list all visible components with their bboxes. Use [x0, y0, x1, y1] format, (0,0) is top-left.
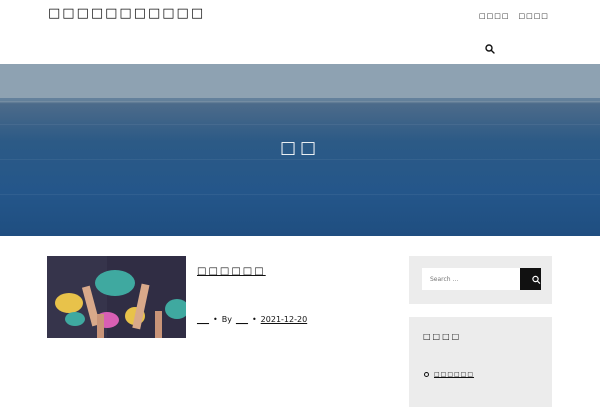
search-icon: [532, 275, 541, 284]
list-item: □□□□□□: [424, 371, 474, 378]
post-author-link[interactable]: ___: [236, 315, 248, 324]
post-category-link[interactable]: ___: [197, 315, 209, 324]
search-button[interactable]: [520, 268, 541, 290]
primary-nav: □□□□ □□□□: [479, 12, 549, 20]
header-search-icon[interactable]: [484, 40, 496, 54]
site-title[interactable]: □□□□□□□□□□□: [48, 6, 205, 21]
post-meta: ___ • By ___ • 2021-12-20: [197, 315, 307, 324]
meta-separator: •: [213, 315, 218, 324]
post-thumbnail[interactable]: [47, 256, 186, 338]
sea-ripple: [0, 159, 600, 160]
widget-title: □□□□: [423, 332, 462, 341]
post-title[interactable]: □□□□□□: [197, 266, 266, 277]
meta-separator: •: [251, 315, 257, 324]
nav-item-1[interactable]: □□□□: [479, 12, 509, 20]
hero-banner: □□: [0, 64, 600, 236]
sea-ripple: [0, 194, 600, 195]
search-input[interactable]: [422, 268, 520, 290]
nav-item-2[interactable]: □□□□: [518, 12, 548, 20]
post-date-link[interactable]: 2021-12-20: [261, 315, 308, 324]
search-widget: [409, 256, 552, 304]
list-bullet: [424, 372, 429, 377]
sea-ripple: [0, 124, 600, 125]
recent-posts-widget: □□□□ □□□□□□: [409, 317, 552, 407]
hero-title: □□: [279, 138, 321, 158]
site-header: □□□□□□□□□□□ □□□□ □□□□: [0, 0, 600, 64]
sea-horizon: [0, 98, 600, 101]
recent-post-link[interactable]: □□□□□□: [434, 371, 474, 378]
post-by-label: By: [221, 315, 232, 324]
